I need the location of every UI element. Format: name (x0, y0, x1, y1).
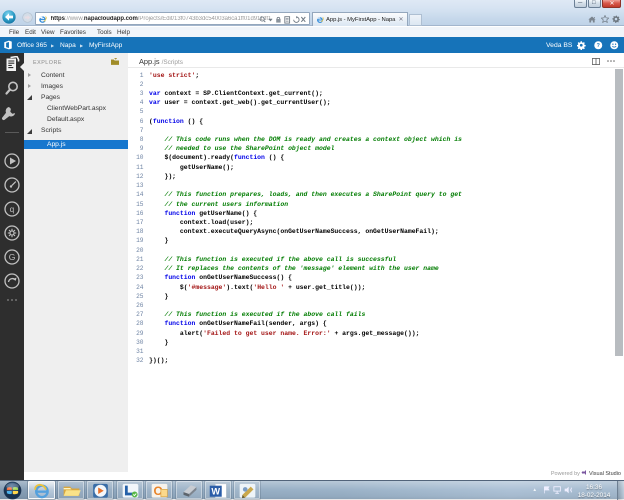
svg-text:W: W (211, 486, 220, 496)
svg-text:G: G (9, 252, 16, 262)
svg-text:?: ? (597, 43, 600, 49)
svg-text:q: q (10, 205, 14, 214)
